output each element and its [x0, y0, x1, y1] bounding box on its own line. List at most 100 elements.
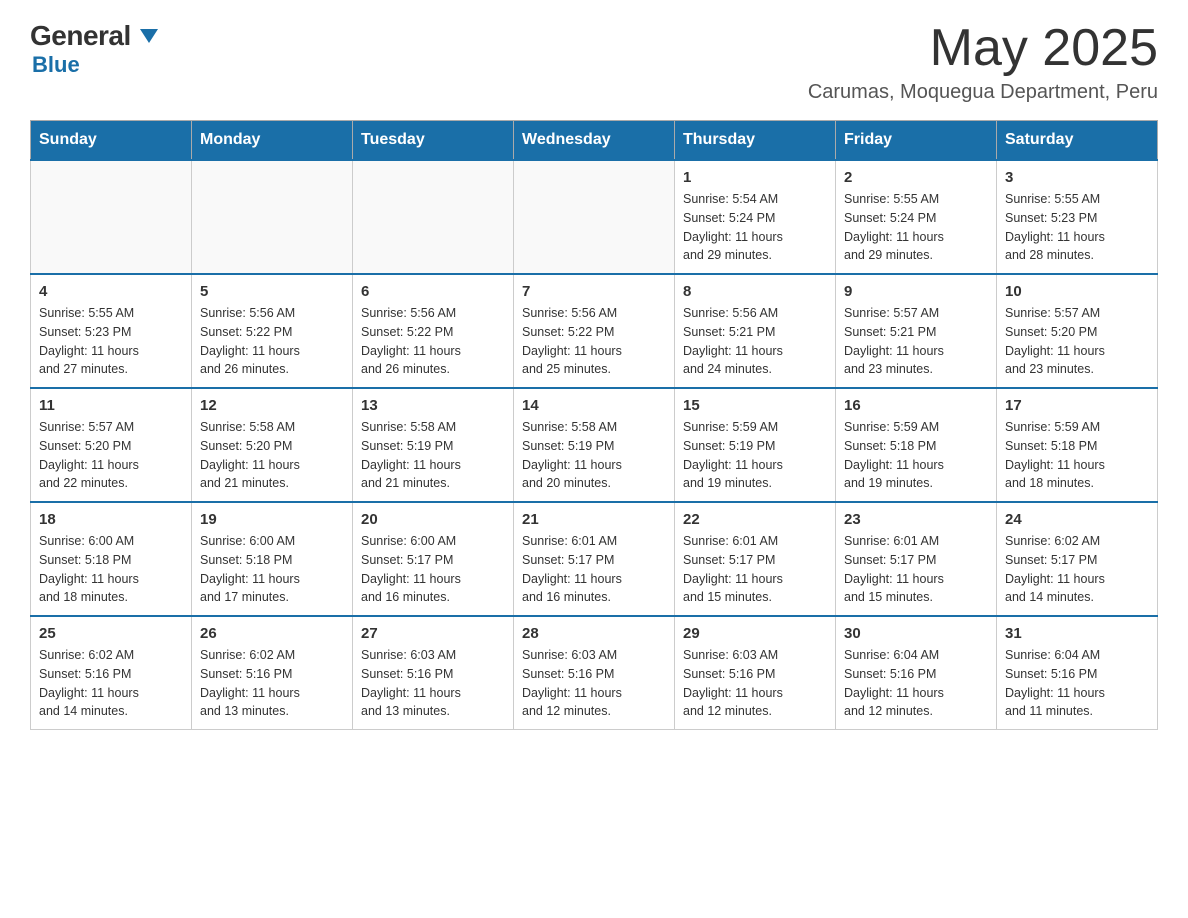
day-number: 18	[39, 511, 183, 528]
table-row: 6 Sunrise: 5:56 AMSunset: 5:22 PMDaylight…	[353, 274, 514, 388]
table-row: 10 Sunrise: 5:57 AMSunset: 5:20 PMDayligh…	[997, 274, 1158, 388]
location-title: Carumas, Moquegua Department, Peru	[808, 81, 1158, 104]
day-number: 5	[200, 283, 344, 300]
day-info: Sunrise: 5:56 AMSunset: 5:22 PMDaylight:…	[361, 304, 505, 379]
table-row: 23 Sunrise: 6:01 AMSunset: 5:17 PMDayligh…	[836, 502, 997, 616]
day-number: 30	[844, 625, 988, 642]
week-row-1: 1Sunrise: 5:54 AMSunset: 5:24 PMDaylight…	[31, 160, 1158, 274]
day-number: 24	[1005, 511, 1149, 528]
day-info: Sunrise: 6:02 AMSunset: 5:16 PMDaylight:…	[39, 646, 183, 721]
page-header: General Blue May 2025 Carumas, Moquegua …	[30, 20, 1158, 104]
day-number: 27	[361, 625, 505, 642]
table-row: 15 Sunrise: 5:59 AMSunset: 5:19 PMDayligh…	[675, 388, 836, 502]
day-number: 14	[522, 397, 666, 414]
table-row	[192, 160, 353, 274]
col-monday: Monday	[192, 121, 353, 161]
table-row: 7 Sunrise: 5:56 AMSunset: 5:22 PMDaylight…	[514, 274, 675, 388]
day-info: Sunrise: 5:59 AMSunset: 5:18 PMDaylight:…	[844, 418, 988, 493]
day-number: 10	[1005, 283, 1149, 300]
day-info: Sunrise: 5:56 AMSunset: 5:22 PMDaylight:…	[522, 304, 666, 379]
day-info: Sunrise: 5:59 AMSunset: 5:18 PMDaylight:…	[1005, 418, 1149, 493]
week-row-2: 4Sunrise: 5:55 AMSunset: 5:23 PMDaylight…	[31, 274, 1158, 388]
col-friday: Friday	[836, 121, 997, 161]
table-row: 13Sunrise: 5:58 AMSunset: 5:19 PMDayligh…	[353, 388, 514, 502]
logo-general-text: General	[30, 20, 158, 52]
day-info: Sunrise: 5:59 AMSunset: 5:19 PMDaylight:…	[683, 418, 827, 493]
table-row: 24 Sunrise: 6:02 AMSunset: 5:17 PMDayligh…	[997, 502, 1158, 616]
day-info: Sunrise: 5:55 AMSunset: 5:24 PMDaylight:…	[844, 190, 988, 265]
day-info: Sunrise: 5:54 AMSunset: 5:24 PMDaylight:…	[683, 190, 827, 265]
day-number: 3	[1005, 169, 1149, 186]
table-row: 18 Sunrise: 6:00 AMSunset: 5:18 PMDayligh…	[31, 502, 192, 616]
day-number: 6	[361, 283, 505, 300]
day-info: Sunrise: 6:01 AMSunset: 5:17 PMDaylight:…	[522, 532, 666, 607]
day-number: 9	[844, 283, 988, 300]
table-row: 22 Sunrise: 6:01 AMSunset: 5:17 PMDayligh…	[675, 502, 836, 616]
table-row: 30 Sunrise: 6:04 AMSunset: 5:16 PMDayligh…	[836, 616, 997, 730]
day-info: Sunrise: 5:58 AMSunset: 5:19 PMDaylight:…	[522, 418, 666, 493]
col-saturday: Saturday	[997, 121, 1158, 161]
day-number: 16	[844, 397, 988, 414]
day-number: 15	[683, 397, 827, 414]
table-row: 9Sunrise: 5:57 AMSunset: 5:21 PMDaylight…	[836, 274, 997, 388]
table-row: 12 Sunrise: 5:58 AMSunset: 5:20 PMDayligh…	[192, 388, 353, 502]
logo-blue-text: Blue	[32, 52, 80, 77]
day-number: 21	[522, 511, 666, 528]
day-info: Sunrise: 6:04 AMSunset: 5:16 PMDaylight:…	[1005, 646, 1149, 721]
table-row: 5Sunrise: 5:56 AMSunset: 5:22 PMDaylight…	[192, 274, 353, 388]
day-info: Sunrise: 5:57 AMSunset: 5:20 PMDaylight:…	[1005, 304, 1149, 379]
logo: General Blue	[30, 20, 158, 78]
day-number: 22	[683, 511, 827, 528]
col-sunday: Sunday	[31, 121, 192, 161]
col-tuesday: Tuesday	[353, 121, 514, 161]
day-info: Sunrise: 6:00 AMSunset: 5:18 PMDaylight:…	[39, 532, 183, 607]
day-number: 12	[200, 397, 344, 414]
day-info: Sunrise: 6:03 AMSunset: 5:16 PMDaylight:…	[361, 646, 505, 721]
day-info: Sunrise: 5:58 AMSunset: 5:20 PMDaylight:…	[200, 418, 344, 493]
day-info: Sunrise: 6:03 AMSunset: 5:16 PMDaylight:…	[522, 646, 666, 721]
day-info: Sunrise: 6:03 AMSunset: 5:16 PMDaylight:…	[683, 646, 827, 721]
table-row: 2Sunrise: 5:55 AMSunset: 5:24 PMDaylight…	[836, 160, 997, 274]
day-info: Sunrise: 5:57 AMSunset: 5:20 PMDaylight:…	[39, 418, 183, 493]
day-number: 7	[522, 283, 666, 300]
table-row: 3Sunrise: 5:55 AMSunset: 5:23 PMDaylight…	[997, 160, 1158, 274]
day-info: Sunrise: 6:00 AMSunset: 5:17 PMDaylight:…	[361, 532, 505, 607]
col-thursday: Thursday	[675, 121, 836, 161]
calendar-header-row: Sunday Monday Tuesday Wednesday Thursday…	[31, 121, 1158, 161]
table-row: 31Sunrise: 6:04 AMSunset: 5:16 PMDayligh…	[997, 616, 1158, 730]
month-title: May 2025	[808, 20, 1158, 77]
day-info: Sunrise: 6:00 AMSunset: 5:18 PMDaylight:…	[200, 532, 344, 607]
day-number: 23	[844, 511, 988, 528]
table-row: 25 Sunrise: 6:02 AMSunset: 5:16 PMDayligh…	[31, 616, 192, 730]
day-number: 29	[683, 625, 827, 642]
table-row: 21 Sunrise: 6:01 AMSunset: 5:17 PMDayligh…	[514, 502, 675, 616]
table-row: 16 Sunrise: 5:59 AMSunset: 5:18 PMDayligh…	[836, 388, 997, 502]
day-number: 28	[522, 625, 666, 642]
table-row	[514, 160, 675, 274]
day-info: Sunrise: 6:04 AMSunset: 5:16 PMDaylight:…	[844, 646, 988, 721]
table-row: 27 Sunrise: 6:03 AMSunset: 5:16 PMDayligh…	[353, 616, 514, 730]
day-info: Sunrise: 5:55 AMSunset: 5:23 PMDaylight:…	[39, 304, 183, 379]
week-row-5: 25 Sunrise: 6:02 AMSunset: 5:16 PMDayligh…	[31, 616, 1158, 730]
day-info: Sunrise: 5:56 AMSunset: 5:21 PMDaylight:…	[683, 304, 827, 379]
table-row: 19 Sunrise: 6:00 AMSunset: 5:18 PMDayligh…	[192, 502, 353, 616]
day-number: 19	[200, 511, 344, 528]
week-row-4: 18 Sunrise: 6:00 AMSunset: 5:18 PMDayligh…	[31, 502, 1158, 616]
table-row	[353, 160, 514, 274]
table-row: 14 Sunrise: 5:58 AMSunset: 5:19 PMDayligh…	[514, 388, 675, 502]
title-area: May 2025 Carumas, Moquegua Department, P…	[808, 20, 1158, 104]
table-row: 20 Sunrise: 6:00 AMSunset: 5:17 PMDayligh…	[353, 502, 514, 616]
day-number: 25	[39, 625, 183, 642]
day-info: Sunrise: 6:01 AMSunset: 5:17 PMDaylight:…	[683, 532, 827, 607]
table-row: 26Sunrise: 6:02 AMSunset: 5:16 PMDayligh…	[192, 616, 353, 730]
week-row-3: 11 Sunrise: 5:57 AMSunset: 5:20 PMDayligh…	[31, 388, 1158, 502]
day-info: Sunrise: 6:02 AMSunset: 5:17 PMDaylight:…	[1005, 532, 1149, 607]
table-row	[31, 160, 192, 274]
day-info: Sunrise: 5:58 AMSunset: 5:19 PMDaylight:…	[361, 418, 505, 493]
day-number: 11	[39, 397, 183, 414]
day-number: 20	[361, 511, 505, 528]
col-wednesday: Wednesday	[514, 121, 675, 161]
day-number: 17	[1005, 397, 1149, 414]
table-row: 8Sunrise: 5:56 AMSunset: 5:21 PMDaylight…	[675, 274, 836, 388]
day-info: Sunrise: 6:01 AMSunset: 5:17 PMDaylight:…	[844, 532, 988, 607]
